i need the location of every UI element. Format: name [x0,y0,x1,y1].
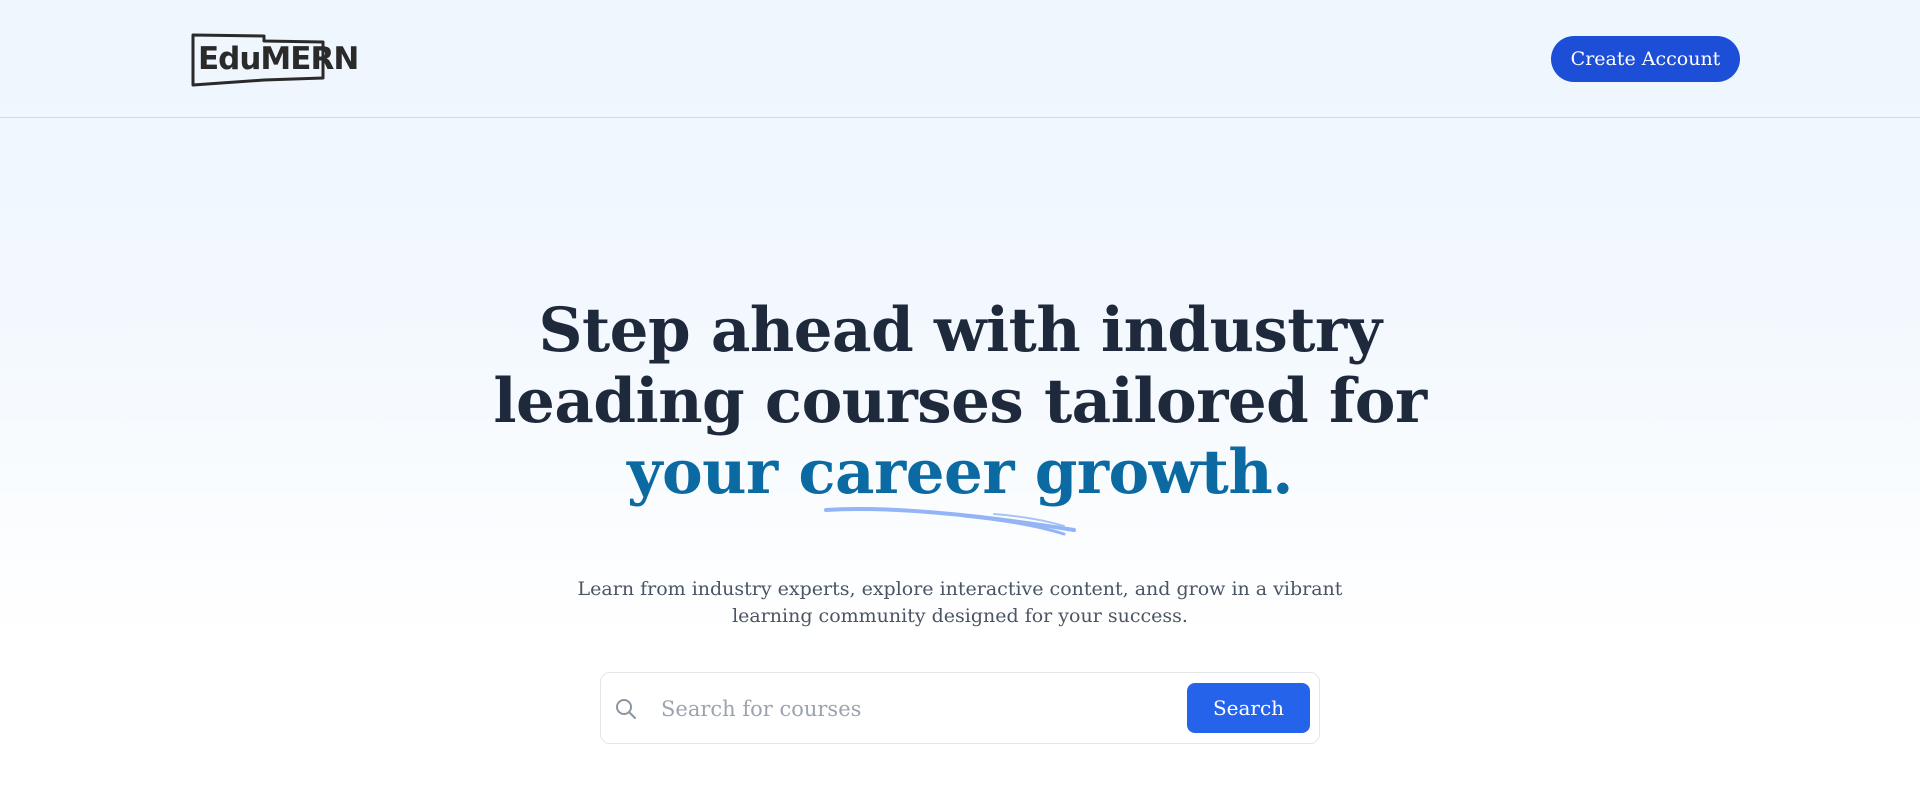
hero-subtitle: Learn from industry experts, explore int… [577,578,1343,627]
search-icon [616,699,636,719]
create-account-button[interactable]: Create Account [1551,36,1740,82]
search-button[interactable]: Search [1187,683,1310,733]
site-header: EduMERN Create Account [0,0,1920,118]
hero-title-line-2: leading courses tailored for [493,366,1427,437]
hero-section: Step ahead with industry leading courses… [0,295,1920,508]
hero-title-accent: your career growth. [627,437,1293,508]
search-input[interactable] [661,687,1161,731]
underline-scribble-icon [824,506,1076,536]
logo-text: EduMERN [198,41,359,77]
logo[interactable]: EduMERN [190,32,359,88]
hero-title-line-1: Step ahead with industry [538,295,1382,366]
hero-title: Step ahead with industry leading courses… [0,295,1920,508]
search-bar: Search [600,672,1320,744]
